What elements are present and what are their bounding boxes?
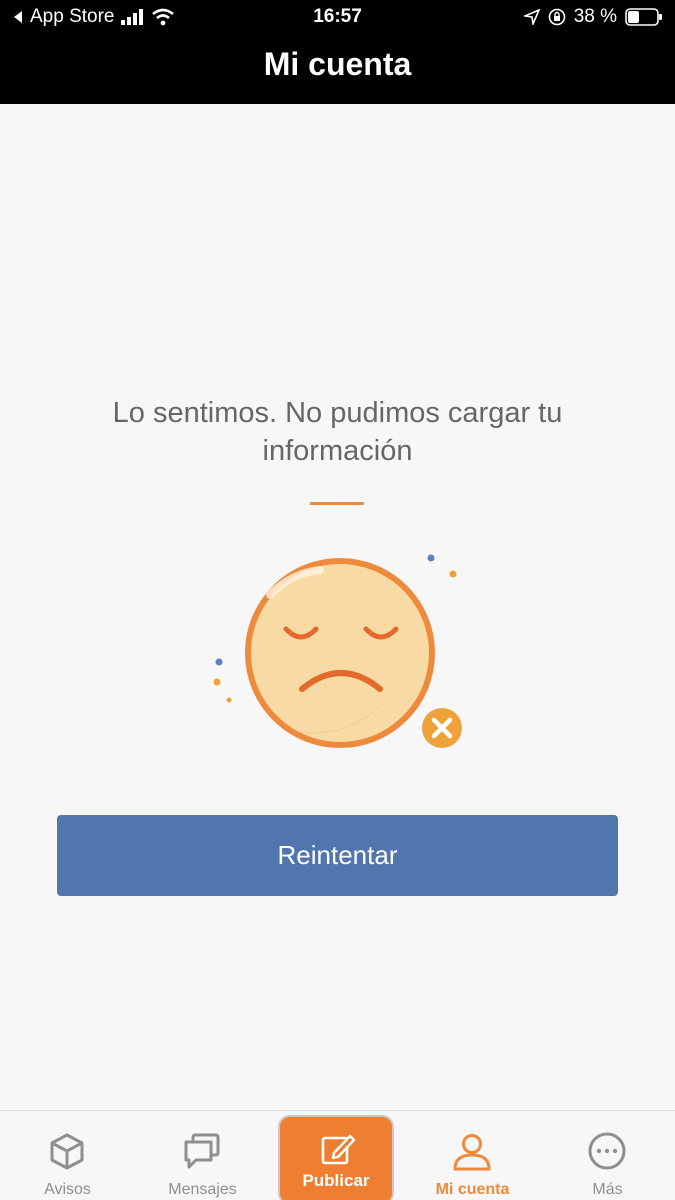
- status-right: 38 %: [523, 6, 663, 28]
- battery-icon: [625, 8, 662, 26]
- tab-avisos-label: Avisos: [44, 1181, 91, 1198]
- retry-button[interactable]: Reintentar: [57, 815, 618, 896]
- cube-icon: [50, 1133, 84, 1170]
- tab-publicar-label: Publicar: [302, 1171, 370, 1190]
- location-arrow-icon: [523, 9, 540, 25]
- tab-mi-cuenta[interactable]: Mi cuenta: [405, 1111, 540, 1200]
- tab-publicar[interactable]: Publicar: [278, 1115, 394, 1200]
- error-message-line1: Lo sentimos. No pudimos cargar tu: [112, 397, 563, 429]
- error-message-line2: información: [262, 435, 413, 467]
- error-x-icon: [422, 708, 462, 748]
- tab-mi-cuenta-label: Mi cuenta: [435, 1181, 510, 1198]
- more-icon: [588, 1132, 626, 1170]
- status-bar: App Store 16:57 38 %: [0, 0, 675, 36]
- tab-mas[interactable]: Más: [540, 1111, 675, 1200]
- dot-blue-top: [427, 554, 435, 562]
- dot-orange-top: [449, 570, 457, 578]
- sad-face-illustration: [213, 554, 462, 748]
- tab-avisos[interactable]: Avisos: [0, 1111, 135, 1200]
- error-message: Lo sentimos. No pudimos cargar tu inform…: [60, 394, 615, 470]
- chat-icon: [184, 1133, 220, 1169]
- accent-divider: [310, 502, 364, 505]
- user-icon: [453, 1134, 491, 1171]
- tab-mensajes-label: Mensajes: [168, 1181, 237, 1198]
- edit-icon: [321, 1134, 356, 1165]
- tab-mensajes[interactable]: Mensajes: [135, 1111, 270, 1200]
- dot-orange-small: [226, 697, 232, 703]
- dot-orange-left: [213, 678, 221, 686]
- top-bar: App Store 16:57 38 % Mi cuenta: [0, 0, 675, 104]
- dot-blue-left: [215, 658, 223, 666]
- rotation-lock-icon: [548, 8, 565, 26]
- page-title: Mi cuenta: [263, 46, 412, 82]
- tab-mas-label: Más: [592, 1181, 623, 1198]
- battery-percent: 38 %: [573, 6, 617, 27]
- screen: App Store 16:57 38 % Mi cuenta Lo sentim…: [0, 0, 675, 1200]
